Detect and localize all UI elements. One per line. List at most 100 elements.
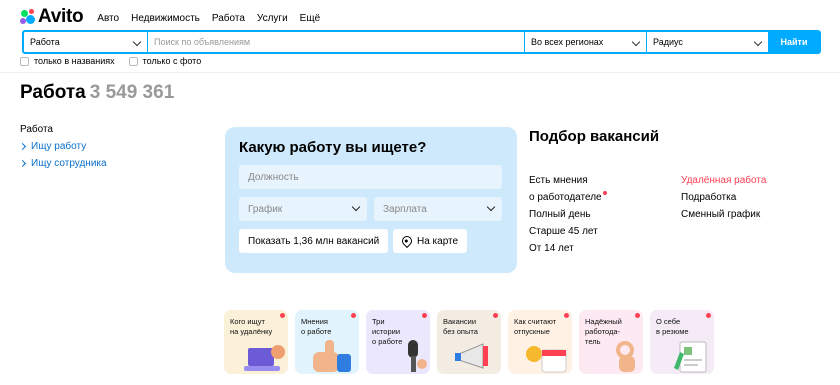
stories-row: Кого ищут на удалёнку Мнения о работе Три и… [224,310,714,374]
story-title: Вакансии без опыта [443,317,478,337]
selection-link-remote[interactable]: Удалённая работа [681,172,766,189]
salary-select[interactable]: Зарплата [374,197,502,221]
story-title-line: отпускные [514,327,550,336]
story-card[interactable]: Как считают отпускные [508,310,572,374]
chevron-down-icon [753,37,763,47]
story-title-line: Кого ищут [230,317,265,326]
unread-dot-icon [422,313,427,318]
story-title: Как считают отпускные [514,317,556,337]
sidebar: Работа Ищу работу Ищу сотрудника [18,124,107,175]
resume-document-icon [674,341,707,373]
unread-dot-icon [280,313,285,318]
new-dot-icon [602,191,607,195]
category-nav: Авто Недвижимость Работа Услуги Ещё [97,13,320,24]
chevron-right-icon [18,159,27,168]
logo-text: Avito [38,6,84,27]
radius-select[interactable]: Радиус [647,32,769,52]
selection-link-line: о работодателе [529,189,607,206]
category-select[interactable]: Работа [24,32,148,52]
chevron-down-icon [351,202,361,212]
checkbox-with-photo[interactable]: только с фото [128,56,201,66]
chevron-down-icon [631,37,641,47]
sidebar-item-find-job[interactable]: Ищу работу [18,141,107,152]
sidebar-item-find-employee[interactable]: Ищу сотрудника [18,158,107,169]
story-card[interactable]: Мнения о работе [295,310,359,374]
nav-link-realty[interactable]: Недвижимость [131,13,200,24]
nav-link-jobs[interactable]: Работа [212,13,245,24]
nav-link-auto[interactable]: Авто [97,13,119,24]
chevron-down-icon [486,202,496,212]
story-title: Три истории о работе [372,317,402,347]
sidebar-item-label: Ищу сотрудника [31,158,107,169]
region-select[interactable]: Во всех регионах [525,32,647,52]
story-title-line: истории [372,327,401,336]
story-title: О себе в резюме [656,317,689,337]
selection-link-employer-reviews[interactable]: Есть мнения о работодателе [529,172,607,206]
page-title-text: Работа [20,82,86,103]
story-title: Мнения о работе [301,317,331,337]
job-finder-title: Какую работу вы ищете? [239,139,427,156]
story-title-line: без опыта [443,327,478,336]
map-button-label: На карте [417,235,459,247]
listing-count: 3 549 361 [89,82,175,103]
story-title-line: Вакансии [443,317,477,326]
schedule-select-value: График [248,203,283,215]
profession-input[interactable]: Должность [239,165,502,189]
search-bar: Работа Поиск по объявлениям Во всех реги… [22,30,821,54]
unread-dot-icon [351,313,356,318]
search-input[interactable]: Поиск по объявлениям [148,32,525,52]
nav-link-services[interactable]: Услуги [257,13,288,24]
map-button[interactable]: На карте [393,229,468,253]
salary-select-value: Зарплата [383,203,427,215]
job-finder-card: Какую работу вы ищете? Должность График … [225,127,517,273]
avito-logo[interactable]: Avito [20,6,84,28]
logo-dots-icon [20,9,36,25]
sidebar-heading: Работа [20,124,53,135]
story-title-line: о работе [372,337,403,346]
search-options: только в названиях только с фото [20,56,201,66]
category-select-value: Работа [30,37,60,47]
story-title-line: о работе [301,327,332,336]
unread-dot-icon [564,313,569,318]
unread-dot-icon [635,313,640,318]
selection-link-over-45[interactable]: Старше 45 лет [529,223,607,240]
calendar-sun-icon [526,346,567,373]
checkbox-titles-only[interactable]: только в названиях [20,56,115,66]
header-divider [0,72,840,73]
radius-select-value: Радиус [653,37,683,47]
story-title-line: Мнения [301,317,328,326]
search-button[interactable]: Найти [769,32,819,52]
megaphone-icon [455,343,488,369]
story-card[interactable]: Кого ищут на удалёнку [224,310,288,374]
unread-dot-icon [706,313,711,318]
story-title-line: О себе [656,317,681,326]
thumbs-up-icon [313,340,351,372]
microphone-icon [408,340,427,372]
story-title-line: Три [372,317,385,326]
top-nav: Avito Авто Недвижимость Работа Услуги Ещ… [20,5,320,29]
ok-hand-icon [616,341,635,372]
selection-link-part-time[interactable]: Подработка [681,189,766,206]
story-title-line: работода- [585,327,621,336]
story-title: Кого ищут на удалёнку [230,317,272,337]
checkbox-box[interactable] [20,56,29,66]
chevron-down-icon [132,37,142,47]
show-vacancies-button[interactable]: Показать 1,36 млн вакансий [239,229,389,253]
selection-link-from-14[interactable]: От 14 лет [529,240,607,257]
story-card[interactable]: Вакансии без опыта [437,310,501,374]
selection-link-shift[interactable]: Сменный график [681,206,766,223]
story-card[interactable]: О себе в резюме [650,310,714,374]
region-select-value: Во всех регионах [531,37,604,47]
story-title-line: на удалёнку [230,327,273,336]
story-title-line: в резюме [656,327,689,336]
schedule-select[interactable]: График [239,197,367,221]
nav-link-more[interactable]: Ещё [300,13,320,24]
story-card[interactable]: Надёжный работода-тель [579,310,643,374]
page-title: Работа 3 549 361 [20,82,174,104]
selection-right-column: Удалённая работа Подработка Сменный граф… [681,172,766,223]
sidebar-item-label: Ищу работу [31,141,87,152]
show-vacancies-label: Показать 1,36 млн вакансий [248,235,380,247]
checkbox-box[interactable] [128,56,138,66]
selection-link-full-day[interactable]: Полный день [529,206,607,223]
story-card[interactable]: Три истории о работе [366,310,430,374]
